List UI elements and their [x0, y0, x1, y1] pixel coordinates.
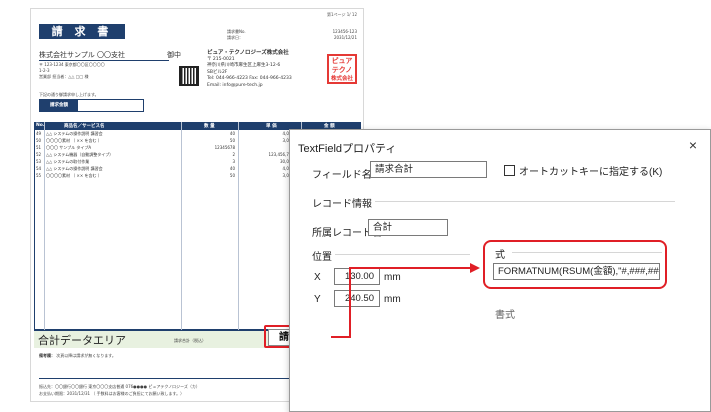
remarks-text: 次頁以降は請求が無くなります。 [56, 353, 116, 358]
close-icon[interactable]: × [684, 136, 702, 154]
record-name-input[interactable]: 合計 [368, 219, 448, 236]
row-item: △△ システムの操作説明 講習会 [46, 131, 103, 136]
seal-line: 株式会社 [330, 76, 353, 82]
row-qty: 2 [232, 152, 235, 157]
company-seal-stamp: ピュア テクノ 株式会社 [327, 54, 357, 84]
row-qty: 3 [232, 159, 235, 164]
customer-name: 株式会社サンプル 〇〇支社 御中 [39, 50, 181, 61]
invoice-meta: 請求書No. 123456-123 請求日： 2031/12/21 [227, 29, 357, 41]
row-no: 54 [36, 166, 42, 171]
sum-data-area-label: 合計データエリア [38, 334, 126, 347]
row-no: 52 [36, 152, 42, 157]
row-no: 55 [36, 173, 42, 178]
row-qty: 50 [229, 138, 235, 143]
x-label: X [314, 272, 321, 283]
row-no: 50 [36, 138, 42, 143]
y-unit: mm [384, 294, 401, 305]
row-item: △△ システムの操作説明 講習会 [46, 166, 103, 171]
qr-code-image [179, 66, 199, 86]
col-header-item: 商品名／サービス名 [64, 124, 105, 129]
invoice-note: 下記の通り御請求申し上げます。 [39, 92, 99, 97]
invoice-date-row: 請求日： 2031/12/21 [227, 35, 357, 41]
row-qty: 40 [229, 131, 235, 136]
autocut-checkbox-label: オートカットキーに指定する(K) [519, 167, 663, 178]
total-amount-label: 請求金額 [40, 100, 78, 111]
row-item: 〇〇〇〇素材 （ ×× を含む ） [46, 173, 102, 178]
row-item: 〇〇〇 サンプル タイプA [46, 145, 92, 150]
col-header-unit-price: 単 価 [266, 124, 277, 129]
seal-line: ピュア [331, 57, 353, 65]
invoice-date-value: 2031/12/21 [333, 35, 357, 40]
x-unit: mm [384, 272, 401, 283]
issuer-company: ピュア・テクノロジーズ株式会社 〒 215-0021 神奈川県川崎市麻生区上麻生… [207, 50, 327, 89]
format-section-label: 書式 [495, 310, 515, 321]
position-label: 位置 [312, 252, 332, 263]
x-input[interactable]: 130.00 [334, 268, 380, 285]
invoice-title: 請 求 書 [39, 24, 125, 39]
dialog-title: TextFieldプロパティ [298, 143, 397, 155]
customer-name-text: 株式会社サンプル 〇〇支社 [39, 51, 126, 59]
y-input[interactable]: 240.50 [334, 290, 380, 307]
y-label: Y [314, 294, 321, 305]
issuer-line: Email: info@pure-tech.jp [207, 82, 263, 88]
row-no: 51 [36, 145, 42, 150]
row-item: 〇〇〇〇素材 （ ×× を含む ） [46, 138, 102, 143]
row-item: △△ システム機器（自動調整タイプ） [46, 152, 114, 157]
invoice-page-number: 第1ページ 1/ 12 [327, 12, 357, 17]
total-amount-box: 請求金額 [39, 99, 144, 112]
sum-data-area-sublabel: 請求合計（税込） [174, 338, 206, 343]
row-qty: 40 [229, 166, 235, 171]
field-name-label: フィールド名 [312, 170, 372, 181]
row-qty: 50 [229, 173, 235, 178]
formula-highlight-frame [483, 240, 667, 289]
seal-line: テクノ [331, 66, 353, 74]
screenshot-root: 第1ページ 1/ 12 請 求 書 請求書No. 123456-123 請求日：… [0, 0, 711, 412]
remarks-label: 備考欄： [39, 353, 55, 358]
autocut-checkbox-box[interactable] [504, 165, 515, 176]
record-info-label: レコード情報 [312, 199, 372, 210]
autocut-checkbox[interactable]: オートカットキーに指定する(K) [504, 163, 662, 178]
row-no: 49 [36, 131, 42, 136]
invoice-date-label: 請求日： [227, 35, 243, 40]
row-qty: 12345678 [214, 145, 235, 150]
row-no: 53 [36, 159, 42, 164]
record-info-separator [375, 201, 675, 202]
col-header-qty: 数 量 [204, 124, 215, 129]
textfield-properties-dialog: TextFieldプロパティ × フィールド名 請求合計 オートカットキーに指定… [289, 129, 711, 412]
field-name-input[interactable]: 請求合計 [370, 161, 487, 178]
position-separator [335, 254, 470, 255]
customer-honorific: 御中 [167, 51, 181, 59]
row-item: △△ システムの取付作業 [46, 159, 90, 164]
customer-address: 〒 123-1234 東京都〇〇区〇〇〇〇 1-2-3 営業部 担当者：△△ □… [39, 62, 189, 80]
customer-line: 営業部 担当者：△△ □□ 様 [39, 74, 89, 79]
